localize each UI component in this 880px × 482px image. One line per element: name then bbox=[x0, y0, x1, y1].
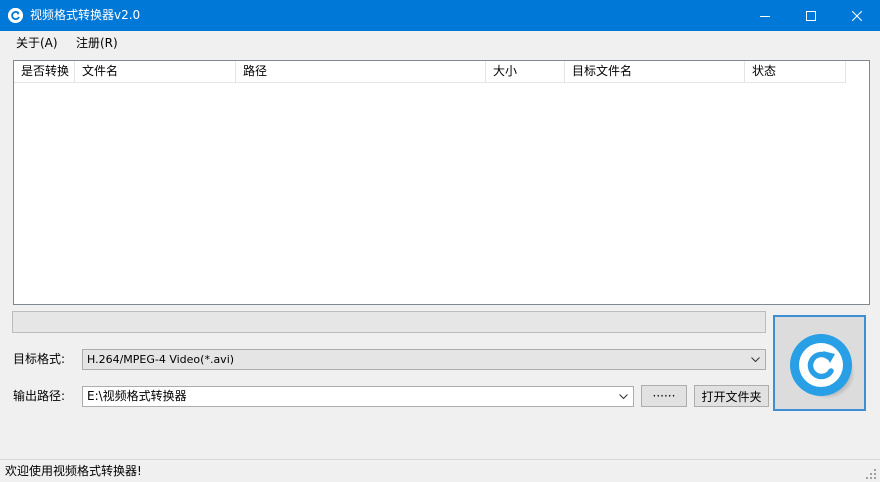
open-folder-button[interactable]: 打开文件夹 bbox=[694, 385, 769, 407]
status-text: 欢迎使用视频格式转换器! bbox=[5, 464, 142, 478]
output-path-combo[interactable]: E:\视频格式转换器 bbox=[82, 386, 634, 407]
menu-register[interactable]: 注册(R) bbox=[76, 36, 118, 51]
resize-grip-icon[interactable] bbox=[865, 468, 876, 479]
close-button[interactable] bbox=[834, 0, 880, 31]
target-format-label: 目标格式: bbox=[13, 352, 66, 366]
menu-bar: 关于(A) 注册(R) bbox=[0, 31, 880, 55]
file-list[interactable]: 是否转换 文件名 路径 大小 目标文件名 状态 bbox=[13, 60, 870, 305]
column-header-convert[interactable]: 是否转换 bbox=[14, 61, 75, 83]
column-header-status[interactable]: 状态 bbox=[745, 61, 846, 83]
target-format-select[interactable]: H.264/MPEG-4 Video(*.avi) bbox=[82, 349, 766, 370]
window-title: 视频格式转换器v2.0 bbox=[30, 8, 141, 22]
status-bar: 欢迎使用视频格式转换器! bbox=[0, 459, 880, 482]
convert-button[interactable] bbox=[773, 315, 866, 411]
minimize-button[interactable] bbox=[742, 0, 788, 31]
column-header-path[interactable]: 路径 bbox=[236, 61, 486, 83]
maximize-button[interactable] bbox=[788, 0, 834, 31]
chevron-down-icon bbox=[619, 394, 628, 400]
column-header-size[interactable]: 大小 bbox=[486, 61, 565, 83]
browse-button[interactable]: ······ bbox=[641, 385, 687, 407]
app-convert-icon bbox=[8, 8, 23, 23]
output-path-label: 输出路径: bbox=[13, 389, 66, 403]
column-header-filename[interactable]: 文件名 bbox=[75, 61, 236, 83]
close-icon bbox=[852, 10, 862, 21]
progress-bar bbox=[12, 311, 766, 333]
file-list-header: 是否转换 文件名 路径 大小 目标文件名 状态 bbox=[14, 61, 846, 83]
column-header-target-filename[interactable]: 目标文件名 bbox=[565, 61, 745, 83]
menu-about[interactable]: 关于(A) bbox=[16, 36, 58, 51]
output-path-value: E:\视频格式转换器 bbox=[87, 389, 187, 403]
minimize-icon bbox=[760, 15, 770, 17]
maximize-icon bbox=[806, 10, 816, 21]
chevron-down-icon bbox=[751, 357, 760, 363]
target-format-value: H.264/MPEG-4 Video(*.avi) bbox=[87, 353, 235, 366]
refresh-convert-icon bbox=[790, 334, 855, 399]
title-bar: 视频格式转换器v2.0 bbox=[0, 0, 880, 31]
